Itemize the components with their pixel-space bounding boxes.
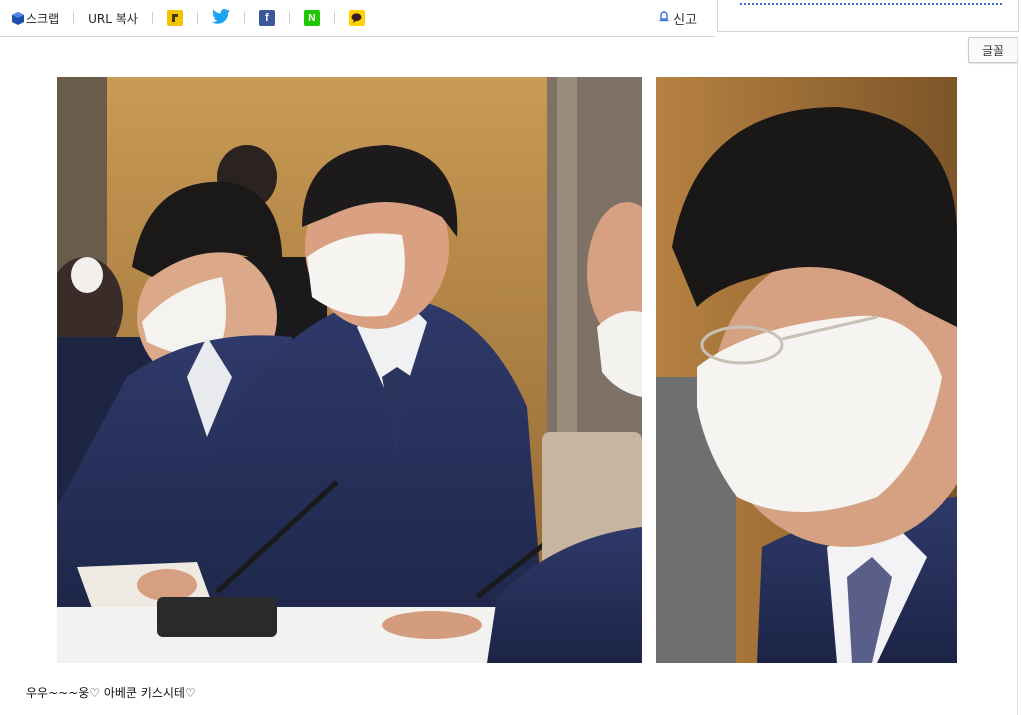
share-twitter-button[interactable]	[211, 0, 230, 36]
share-facebook-button[interactable]: f	[258, 0, 275, 36]
post-caption: 우우~~~웅♡ 아베쿤 키스시테♡	[26, 686, 196, 700]
divider	[1017, 36, 1018, 715]
twitter-icon	[211, 9, 230, 27]
divider	[73, 12, 75, 24]
font-button[interactable]: 글꼴	[968, 37, 1018, 63]
url-copy-button[interactable]: URL 복사	[88, 0, 138, 36]
divider	[288, 12, 290, 24]
divider	[196, 12, 198, 24]
post-photo	[57, 77, 957, 663]
divider	[151, 12, 153, 24]
url-copy-label: URL 복사	[88, 11, 138, 26]
kakaostory-icon	[166, 10, 183, 26]
divider	[243, 12, 245, 24]
share-toolbar: 스크랩 URL 복사 f N 신고	[0, 0, 715, 37]
report-icon	[659, 10, 669, 26]
share-naver-button[interactable]: N	[303, 0, 320, 36]
facebook-icon: f	[258, 10, 275, 26]
share-kakaostory-button[interactable]	[166, 0, 183, 36]
divider	[333, 12, 335, 24]
report-label: 신고	[673, 12, 697, 28]
scrap-icon	[12, 12, 24, 25]
share-kakaotalk-button[interactable]	[348, 0, 365, 36]
kakaotalk-icon	[348, 10, 365, 26]
naver-icon: N	[303, 10, 320, 26]
scrap-label: 스크랩	[26, 11, 60, 26]
side-panel	[717, 0, 1019, 32]
report-button[interactable]: 신고	[659, 0, 697, 36]
side-panel-link-strip	[740, 0, 1002, 5]
scrap-button[interactable]: 스크랩	[12, 0, 59, 36]
